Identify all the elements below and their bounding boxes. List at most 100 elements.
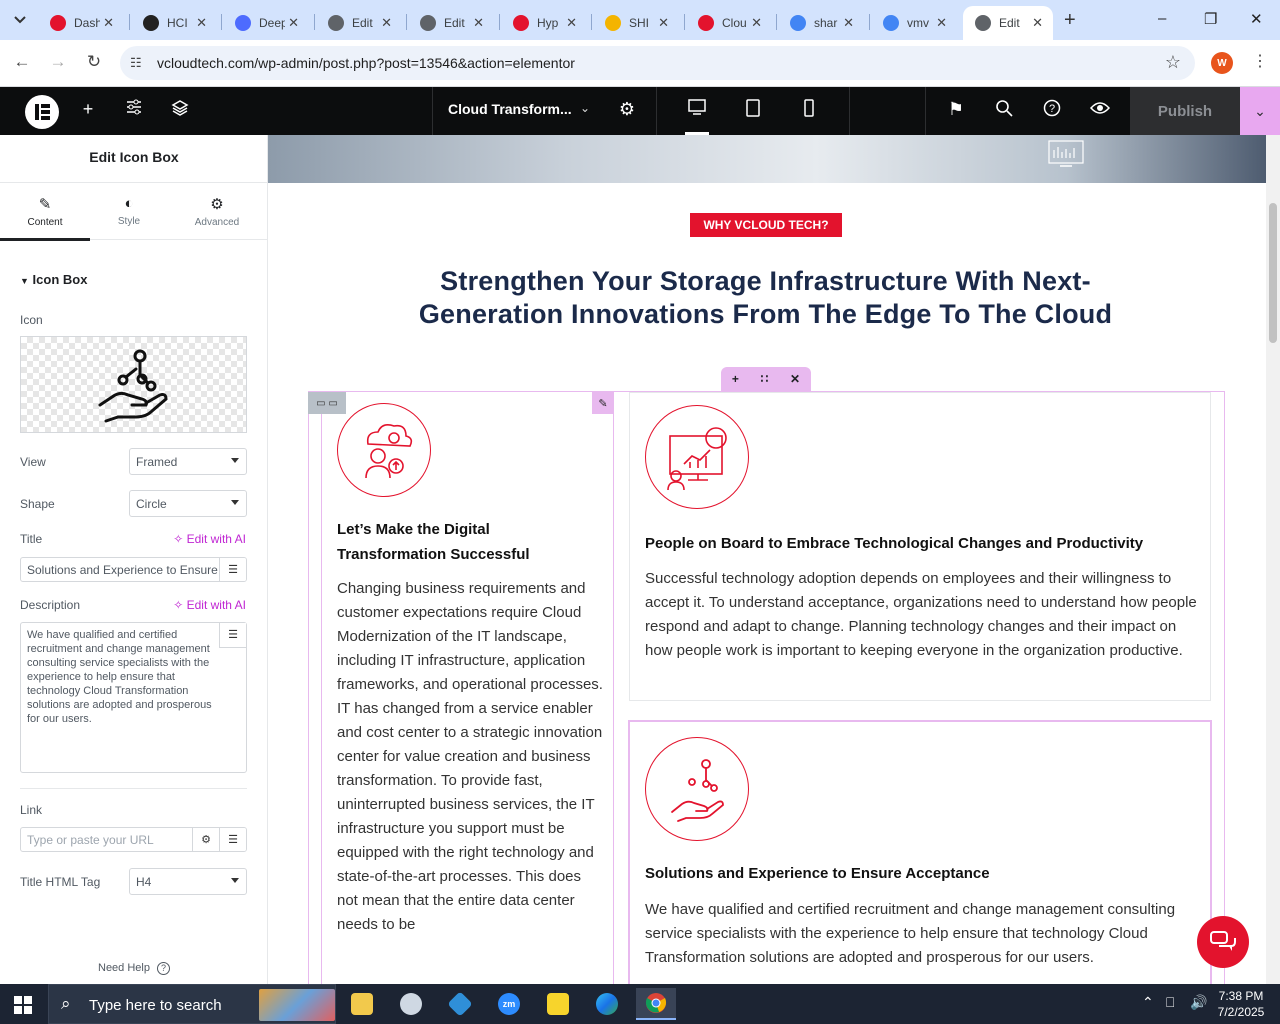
maximize-icon[interactable]: ❐ — [1204, 10, 1217, 28]
tab-style[interactable]: ◐ Style — [84, 183, 174, 241]
tab-close-icon[interactable]: ✕ — [381, 15, 392, 31]
tab-favicon-icon — [975, 15, 991, 31]
browser-tab[interactable]: Edit ✕ — [316, 6, 402, 40]
edge-browser-icon[interactable] — [587, 988, 627, 1020]
chat-support-icon[interactable] — [1197, 916, 1249, 968]
browser-tab[interactable]: Edit ✕ — [963, 6, 1053, 40]
taskbar-clock[interactable]: 7:38 PM 7/2/2025 — [1216, 988, 1266, 1020]
document-name[interactable]: Cloud Transform... — [448, 101, 572, 117]
notes-pin-icon[interactable]: ⚑ — [944, 99, 968, 120]
bookmark-star-icon[interactable]: ☆ — [1165, 52, 1181, 73]
publish-options-chevron-icon[interactable]: ⌄ — [1240, 87, 1280, 135]
browser-tab[interactable]: Hyp ✕ — [501, 6, 587, 40]
url-text[interactable]: vcloudtech.com/wp-admin/post.php?post=13… — [157, 55, 575, 71]
taskbar-search-box[interactable]: ⌕ Type here to search — [48, 984, 336, 1024]
tab-separator — [314, 14, 315, 30]
network-icon[interactable]: ⎕ — [1166, 994, 1174, 1011]
profile-avatar[interactable]: W — [1211, 52, 1233, 74]
browser-tab[interactable]: Dash ✕ — [38, 6, 124, 40]
elementor-logo-icon[interactable] — [25, 95, 59, 129]
page-settings-gear-icon[interactable]: ⚙ — [615, 99, 639, 120]
minimize-icon[interactable]: – — [1158, 10, 1166, 27]
tablet-device-icon[interactable] — [741, 99, 765, 122]
add-element-icon[interactable]: + — [76, 99, 100, 120]
html-tag-select[interactable]: H4 — [129, 868, 247, 895]
drag-handle-icon[interactable]: ∷ — [761, 372, 769, 386]
icon-box-card-3[interactable]: Solutions and Experience to Ensure Accep… — [628, 720, 1212, 984]
paint-app-icon[interactable] — [391, 988, 431, 1020]
tab-label: HCI — [167, 16, 188, 30]
container-handle[interactable]: + ∷ ✕ — [721, 367, 811, 391]
browser-tab[interactable]: SHI ✕ — [593, 6, 679, 40]
browser-tab[interactable]: Edit ✕ — [408, 6, 494, 40]
description-edit-with-ai-link[interactable]: ✧ Edit with AI — [173, 598, 246, 612]
link-options-gear-icon[interactable]: ⚙ — [192, 828, 219, 851]
publish-button[interactable]: Publish — [1130, 87, 1240, 135]
browser-tab[interactable]: Clou ✕ — [686, 6, 772, 40]
file-explorer-icon[interactable] — [342, 988, 382, 1020]
tab-close-icon[interactable]: ✕ — [843, 15, 854, 31]
close-window-icon[interactable]: ✕ — [1250, 10, 1263, 28]
link-input[interactable]: Type or paste your URL ⚙ ☰ — [20, 827, 247, 852]
forward-icon[interactable]: → — [47, 52, 69, 72]
tab-close-icon[interactable]: ✕ — [288, 15, 299, 31]
shape-select[interactable]: Circle — [129, 490, 247, 517]
browser-tab[interactable]: shar ✕ — [778, 6, 864, 40]
dynamic-tags-icon[interactable]: ☰ — [219, 623, 246, 648]
tab-close-icon[interactable]: ✕ — [473, 15, 484, 31]
tab-content[interactable]: ✎ Content — [0, 183, 90, 241]
tab-close-icon[interactable]: ✕ — [103, 15, 114, 31]
app-icon[interactable] — [440, 988, 480, 1020]
panel-title: Edit Icon Box — [89, 149, 179, 165]
chrome-browser-icon[interactable] — [636, 988, 676, 1020]
edit-widget-pencil-icon[interactable]: ✎ — [592, 392, 614, 414]
desktop-device-icon[interactable] — [685, 99, 709, 135]
need-help-link[interactable]: Need Help ? — [98, 962, 171, 975]
site-settings-sliders-icon[interactable] — [122, 99, 146, 120]
tab-close-icon[interactable]: ✕ — [936, 15, 947, 31]
browser-tab[interactable]: Deep ✕ — [223, 6, 309, 40]
tab-close-icon[interactable]: ✕ — [1032, 15, 1043, 31]
link-label: Link — [20, 803, 43, 817]
icon-picker[interactable] — [20, 336, 247, 433]
view-select[interactable]: Framed — [129, 448, 247, 475]
browser-tab[interactable]: HCI ✕ — [131, 6, 217, 40]
document-chevron-down-icon[interactable]: ⌄ — [580, 101, 590, 115]
ai-link-label: Edit with AI — [186, 598, 246, 612]
tab-close-icon[interactable]: ✕ — [566, 15, 577, 31]
icon-box-card-2[interactable]: People on Board to Embrace Technological… — [629, 392, 1211, 701]
windows-start-icon[interactable] — [14, 996, 32, 1014]
browser-tab[interactable]: vmv ✕ — [871, 6, 957, 40]
tab-close-icon[interactable]: ✕ — [196, 15, 207, 31]
new-tab-button[interactable]: + — [1064, 9, 1076, 32]
omnibox[interactable]: ☷ vcloudtech.com/wp-admin/post.php?post=… — [120, 46, 1195, 80]
canvas-scrollbar-thumb[interactable] — [1269, 203, 1277, 343]
title-input[interactable]: Solutions and Experience to Ensure Accep… — [20, 557, 247, 582]
description-textarea[interactable]: We have qualified and certified recruitm… — [20, 622, 247, 773]
tab-search-chevron-icon[interactable] — [6, 6, 34, 34]
address-bar: ← → ↻ ☷ vcloudtech.com/wp-admin/post.php… — [0, 40, 1280, 87]
site-settings-icon[interactable]: ☷ — [130, 55, 142, 71]
help-icon[interactable]: ? — [1040, 99, 1064, 122]
structure-layers-icon[interactable] — [168, 99, 192, 122]
sticky-notes-icon[interactable] — [538, 988, 578, 1020]
add-container-icon[interactable]: + — [732, 372, 739, 386]
reload-icon[interactable]: ↻ — [83, 52, 105, 72]
tab-close-icon[interactable]: ✕ — [751, 15, 762, 31]
delete-container-icon[interactable]: ✕ — [790, 372, 800, 386]
tab-label: Dash — [74, 16, 100, 30]
dynamic-tags-icon[interactable]: ☰ — [219, 558, 246, 581]
preview-eye-icon[interactable] — [1088, 99, 1112, 120]
tab-close-icon[interactable]: ✕ — [658, 15, 669, 31]
tray-chevron-up-icon[interactable]: ⌃ — [1142, 994, 1154, 1011]
back-icon[interactable]: ← — [11, 52, 33, 72]
volume-icon[interactable]: 🔊 — [1190, 994, 1207, 1011]
zoom-app-icon[interactable]: zm — [489, 988, 529, 1020]
mobile-device-icon[interactable] — [797, 99, 821, 122]
title-edit-with-ai-link[interactable]: ✧ Edit with AI — [173, 532, 246, 546]
tab-advanced[interactable]: ⚙ Advanced — [172, 183, 262, 241]
browser-menu-icon[interactable]: ⋮ — [1252, 51, 1268, 71]
dynamic-tags-icon[interactable]: ☰ — [219, 828, 246, 851]
section-toggle-icon-box[interactable]: ▼ Icon Box — [20, 272, 87, 287]
finder-search-icon[interactable] — [992, 99, 1016, 122]
